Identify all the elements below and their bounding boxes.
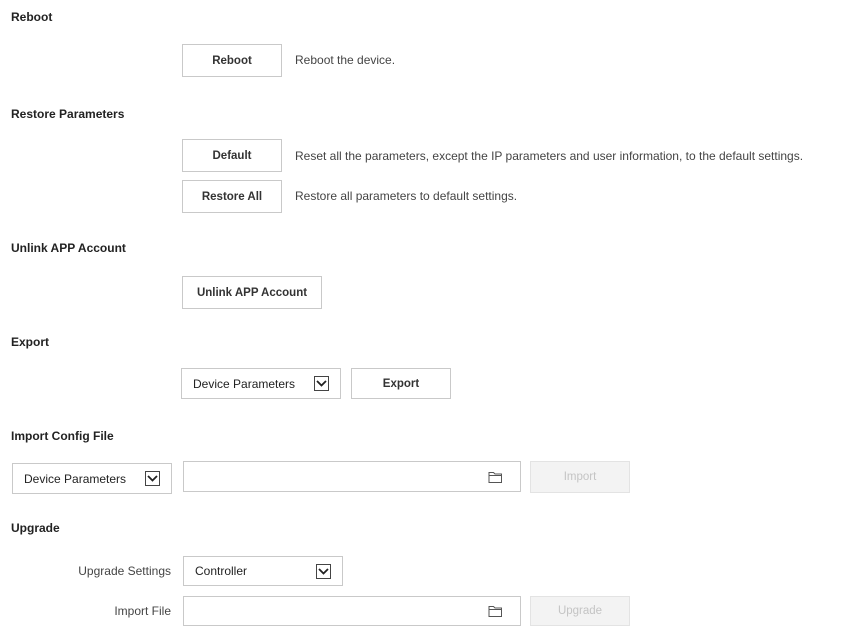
import-button[interactable]: Import: [530, 461, 630, 493]
upgrade-settings-label: Upgrade Settings: [78, 564, 171, 578]
reboot-button[interactable]: Reboot: [182, 44, 282, 77]
reboot-section-title: Reboot: [11, 10, 53, 24]
unlink-app-account-button[interactable]: Unlink APP Account: [182, 276, 322, 309]
import-config-section-title: Import Config File: [11, 429, 114, 443]
folder-icon[interactable]: [488, 470, 503, 484]
chevron-down-icon[interactable]: [145, 471, 160, 486]
import-file-label: Import File: [114, 604, 171, 618]
upgrade-button[interactable]: Upgrade: [530, 596, 630, 626]
upgrade-settings-select[interactable]: Controller: [183, 556, 343, 586]
export-button[interactable]: Export: [351, 368, 451, 399]
upgrade-import-file-field[interactable]: [183, 596, 521, 626]
unlink-section-title: Unlink APP Account: [11, 241, 126, 255]
import-config-file-field[interactable]: [183, 461, 521, 492]
export-parameter-select[interactable]: Device Parameters: [181, 368, 341, 399]
restore-all-button[interactable]: Restore All: [182, 180, 282, 213]
restore-all-description: Restore all parameters to default settin…: [295, 189, 518, 203]
export-select-value: Device Parameters: [193, 376, 296, 391]
default-description: Reset all the parameters, except the IP …: [295, 149, 804, 163]
import-config-parameter-select[interactable]: Device Parameters: [12, 463, 172, 494]
restore-section-title: Restore Parameters: [11, 107, 125, 121]
default-button[interactable]: Default: [182, 139, 282, 172]
reboot-description: Reboot the device.: [295, 53, 396, 67]
upgrade-settings-value: Controller: [195, 564, 248, 578]
chevron-down-icon[interactable]: [314, 376, 329, 391]
chevron-down-icon[interactable]: [316, 564, 331, 579]
import-config-select-value: Device Parameters: [24, 471, 127, 486]
upgrade-section-title: Upgrade: [11, 521, 60, 535]
export-section-title: Export: [11, 335, 50, 349]
folder-icon[interactable]: [488, 604, 503, 618]
